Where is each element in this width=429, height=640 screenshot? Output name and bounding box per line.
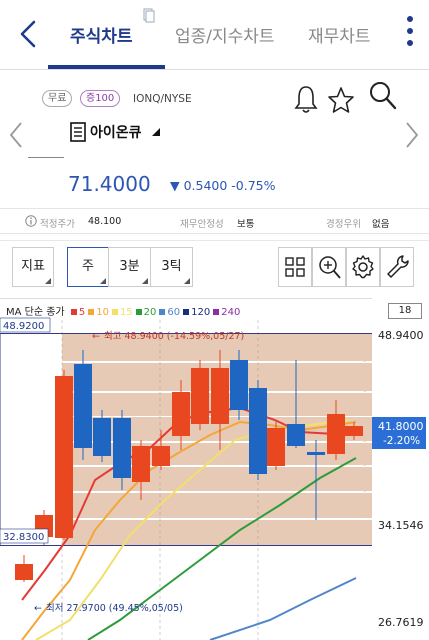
price-divider — [28, 157, 64, 158]
ma-legend-swatch — [135, 309, 142, 315]
candle — [172, 392, 190, 436]
free-badge: 무료 — [42, 90, 73, 107]
stock-dropdown-icon[interactable] — [151, 127, 161, 137]
candle — [287, 424, 305, 446]
ma-legend-swatch — [213, 309, 220, 315]
financial-stability-value: 보통 — [237, 219, 255, 230]
ma-60-line — [209, 577, 357, 640]
zoom-button[interactable] — [312, 247, 346, 287]
wrench-icon — [387, 255, 409, 278]
period-3tick-label: 3틱 — [161, 259, 182, 274]
candle — [132, 446, 150, 482]
period-week-button[interactable]: 주 — [67, 247, 109, 287]
ma-legend-swatch — [88, 309, 95, 315]
financial-stability-label: 재무안정성 — [180, 219, 224, 230]
current-price-tag-value: 41.8000 — [378, 420, 424, 433]
valuation-info-row: 적정주가 48.100 재무안정성 보통 경정우위 없음 — [0, 208, 429, 234]
right-axis-label: 26.7619 — [378, 616, 424, 629]
previous-stock-icon[interactable] — [8, 120, 24, 150]
ma-legend-label: 15 — [119, 307, 133, 318]
ma-legend-label: 10 — [96, 307, 109, 318]
search-icon[interactable] — [368, 80, 398, 112]
candle — [55, 376, 73, 538]
ma-legend-items: 5 10 15 20 60 120 240 — [70, 307, 244, 318]
candle — [230, 360, 248, 410]
ma-legend-swatch — [183, 309, 190, 315]
margin-badge: 증100 — [80, 90, 121, 107]
indicator-button[interactable]: 지표 — [12, 247, 54, 287]
candle — [93, 418, 111, 456]
left-low-price: 32.8300 — [3, 532, 44, 543]
tab-financial-chart[interactable]: 재무차트 — [308, 22, 371, 47]
active-tab-indicator — [48, 65, 165, 69]
high-annotation: 최고 48.9400 (-14.59%,05/27) — [104, 331, 244, 342]
tab-sector-index-chart[interactable]: 업종/지수차트 — [175, 22, 275, 47]
ticker-symbol: IONQ/NYSE — [133, 93, 192, 105]
high-marker-arrow: ← — [92, 331, 100, 342]
period-3min-button[interactable]: 3분 — [108, 247, 151, 287]
fair-price-value: 48.100 — [88, 216, 122, 227]
document-icon — [143, 8, 155, 23]
candle — [191, 368, 209, 424]
price-change: ▼ 0.5400 -0.75% — [170, 178, 276, 193]
ma-legend-swatch — [159, 309, 166, 315]
grid-icon — [285, 257, 305, 277]
toolbar-divider — [0, 240, 429, 241]
ma-legend-swatch — [111, 309, 118, 315]
tools-button[interactable] — [380, 247, 414, 287]
right-axis-label: 48.9400 — [378, 329, 424, 342]
back-icon[interactable] — [18, 18, 38, 50]
period-count-input[interactable]: 18 — [388, 303, 422, 319]
low-annotation: 최저 27.9700 (49.45%,05/05) — [46, 603, 183, 614]
star-icon[interactable] — [327, 86, 355, 114]
period-3tick-button[interactable]: 3틱 — [150, 247, 193, 287]
candle — [15, 564, 33, 580]
ma-legend-swatch — [70, 309, 77, 315]
period-week-label: 주 — [82, 259, 94, 274]
candle — [327, 414, 345, 454]
ma-legend-label: 20 — [143, 307, 157, 318]
fair-price-label: 적정주가 — [40, 219, 75, 230]
candle — [113, 418, 131, 478]
stock-name[interactable]: 아이온큐 — [90, 122, 142, 142]
ma-legend-label: 120 — [191, 307, 211, 318]
zoom-in-icon — [319, 256, 341, 279]
current-price: 71.4000 — [68, 172, 151, 196]
candle — [74, 364, 92, 448]
bell-icon[interactable] — [294, 84, 318, 114]
competitive-edge-value: 없음 — [372, 219, 390, 230]
candle — [345, 426, 363, 436]
candle — [211, 368, 229, 424]
ma-legend[interactable]: MA 단순 종가 5 10 15 20 60 120 240 — [6, 303, 246, 318]
ma-legend-label: 5 — [78, 307, 86, 318]
ma-legend-label: 240 — [221, 307, 241, 318]
candle — [249, 388, 267, 474]
stock-list-icon[interactable] — [70, 122, 86, 142]
tab-stock-chart[interactable]: 주식차트 — [70, 22, 133, 47]
ma-legend-title: MA 단순 종가 — [6, 307, 65, 318]
layout-grid-button[interactable] — [278, 247, 312, 287]
top-nav-bar: 주식차트 업종/지수차트 재무차트 — [0, 0, 429, 70]
low-marker-arrow: ← — [34, 603, 42, 614]
right-axis-label: 34.1546 — [378, 519, 424, 532]
info-icon[interactable] — [25, 215, 37, 227]
left-high-price: 48.9200 — [3, 321, 44, 332]
ma-legend-label: 60 — [167, 307, 181, 318]
competitive-edge-label: 경정우위 — [326, 219, 361, 230]
chart-settings-button[interactable] — [346, 247, 380, 287]
stock-chart[interactable]: 48.9200 32.8300 ← 최고 48.9400 (-14.59%,05… — [0, 298, 429, 640]
current-price-tag-change: -2.20% — [383, 435, 420, 447]
gear-icon — [352, 255, 374, 279]
more-menu-icon[interactable] — [402, 14, 418, 50]
candle — [267, 428, 285, 466]
candle — [152, 446, 170, 466]
candle — [307, 452, 325, 455]
next-stock-icon[interactable] — [404, 120, 420, 150]
period-3min-label: 3분 — [119, 259, 140, 274]
indicator-button-label: 지표 — [21, 259, 45, 274]
